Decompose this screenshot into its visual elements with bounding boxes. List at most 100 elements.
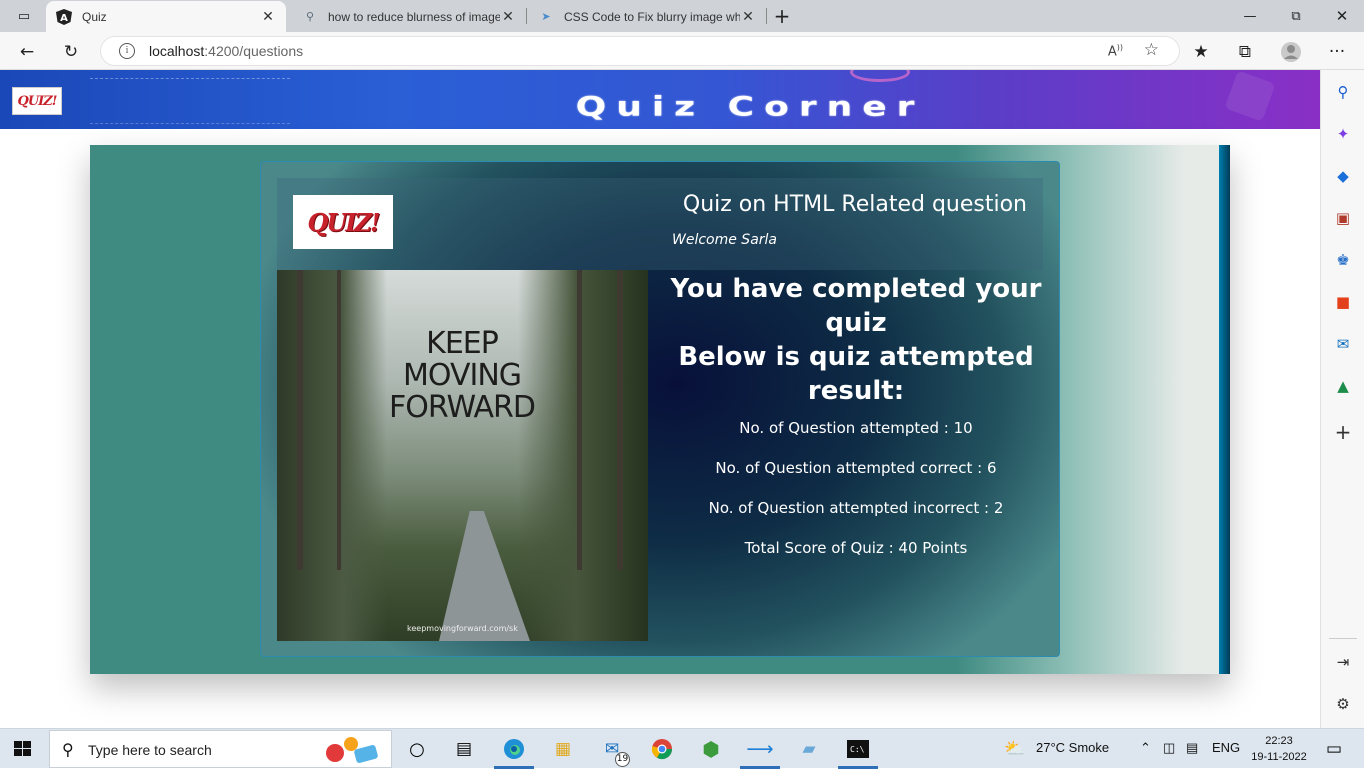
collections-icon[interactable]: ⧉ bbox=[1234, 41, 1256, 63]
poster-motto: KEEP MOVING FORWARD bbox=[357, 328, 567, 424]
mail-icon[interactable]: ✉ 19 bbox=[600, 737, 630, 767]
language-indicator[interactable]: ENG bbox=[1212, 740, 1240, 755]
poster-line: MOVING bbox=[402, 358, 522, 393]
shopping-tag-icon[interactable]: ◆ bbox=[1333, 166, 1353, 186]
chrome-icon[interactable] bbox=[650, 737, 674, 761]
poster-road bbox=[439, 511, 530, 641]
search-icon[interactable]: ⚲ bbox=[1333, 82, 1353, 102]
minimize-icon[interactable]: — bbox=[1240, 6, 1260, 26]
outlook-icon[interactable]: ✉ bbox=[1333, 334, 1353, 354]
network-icon[interactable]: ◫ bbox=[1163, 740, 1175, 756]
page-viewport: QUIZ! Quiz Corner QUIZ! Quiz on HTML Rel… bbox=[0, 70, 1320, 728]
completed-heading: You have completed your quiz bbox=[670, 274, 1042, 338]
card-header: QUIZ! Quiz on HTML Related question Welc… bbox=[277, 178, 1043, 270]
clock[interactable]: 22:23 19-11-2022 bbox=[1248, 733, 1310, 765]
restore-icon[interactable]: ⧉ bbox=[1286, 6, 1306, 26]
welcome-text: Welcome Sarla bbox=[672, 232, 777, 248]
file-explorer-icon[interactable]: ▦ bbox=[551, 737, 575, 761]
search-icon: ⚲ bbox=[305, 11, 315, 23]
tab-title: how to reduce blurness of image bbox=[328, 9, 500, 24]
add-icon[interactable]: + bbox=[1333, 420, 1353, 444]
tab-css-code[interactable]: ➤ CSS Code to Fix blurry image wh ✕ bbox=[532, 1, 762, 32]
windows-start-icon[interactable] bbox=[14, 741, 32, 757]
url-host: localhost bbox=[149, 43, 205, 59]
url-path: :4200/questions bbox=[204, 43, 304, 59]
angular-icon: A bbox=[56, 8, 72, 25]
site-title: Quiz Corner bbox=[575, 91, 925, 122]
hide-sidebar-icon[interactable]: ⇥ bbox=[1333, 652, 1353, 672]
mail-badge: 19 bbox=[615, 752, 630, 767]
svg-text:A: A bbox=[60, 13, 68, 24]
address-bar-row: ← ↻ i localhost:4200/questions A)) ☆ ★ ⧉… bbox=[0, 32, 1364, 70]
toolbox-icon[interactable]: ▣ bbox=[1333, 208, 1353, 228]
motivation-poster: KEEP MOVING FORWARD keepmovingforward.co… bbox=[277, 270, 648, 641]
quiz-logo: QUIZ! bbox=[293, 195, 393, 249]
site-logo[interactable]: QUIZ! bbox=[12, 87, 62, 115]
code-bird-icon: ➤ bbox=[541, 11, 551, 23]
close-tab-icon[interactable]: ✕ bbox=[260, 8, 276, 25]
edge-sidebar: ⚲ ✦ ◆ ▣ ♚ ■ ✉ ▲ + ⇥ ⚙ bbox=[1320, 70, 1364, 728]
read-aloud-icon[interactable]: A)) bbox=[1108, 43, 1123, 59]
quiz-stage: QUIZ! Quiz on HTML Related question Welc… bbox=[90, 145, 1230, 674]
poster-credit: keepmovingforward.com/sk bbox=[407, 624, 518, 633]
banner-decoration bbox=[1224, 70, 1276, 122]
questions-incorrect: No. of Question attempted incorrect : 2 bbox=[708, 499, 1004, 517]
url-field[interactable]: i localhost:4200/questions A)) ☆ bbox=[100, 36, 1180, 66]
close-window-icon[interactable]: ✕ bbox=[1332, 6, 1352, 26]
more-menu-icon[interactable]: ··· bbox=[1326, 41, 1348, 63]
poster-tree-trunk bbox=[297, 270, 303, 570]
tab-title: Quiz bbox=[82, 9, 107, 24]
poster-tree-trunk bbox=[577, 270, 582, 570]
search-icon: ⚲ bbox=[62, 740, 74, 759]
new-tab-icon[interactable]: + bbox=[772, 4, 792, 28]
notepad-icon[interactable]: ▰ bbox=[797, 737, 821, 761]
poster-trees bbox=[277, 270, 387, 641]
close-tab-icon[interactable]: ✕ bbox=[740, 8, 756, 25]
quiz-result-card: QUIZ! Quiz on HTML Related question Welc… bbox=[260, 161, 1060, 657]
poster-line: FORWARD bbox=[389, 390, 536, 425]
notifications-icon[interactable]: ▭ bbox=[1322, 737, 1346, 761]
weather-icon[interactable]: ⛅ bbox=[1003, 737, 1027, 761]
windows-taskbar: ⚲ Type here to search ○ ▤ ▦ ✉ 19 ⬢ ⟶ ▰ C… bbox=[0, 728, 1364, 769]
taskbar-search-box[interactable]: ⚲ Type here to search bbox=[49, 730, 392, 768]
refresh-icon[interactable]: ↻ bbox=[60, 41, 82, 63]
url-text: localhost:4200/questions bbox=[149, 43, 303, 59]
tab-title: CSS Code to Fix blurry image wh bbox=[564, 9, 740, 24]
edge-browser-icon[interactable] bbox=[494, 737, 534, 769]
add-favorite-icon[interactable]: ☆ bbox=[1144, 40, 1159, 60]
info-icon[interactable]: i bbox=[119, 43, 135, 59]
back-arrow-icon[interactable]: ← bbox=[16, 41, 38, 63]
sparkle-icon[interactable]: ✦ bbox=[1333, 124, 1353, 144]
questions-correct: No. of Question attempted correct : 6 bbox=[715, 459, 997, 477]
sidebar-divider bbox=[1329, 638, 1357, 639]
weather-text[interactable]: 27°C Smoke bbox=[1036, 740, 1109, 755]
tab-actions-icon[interactable]: ▭ bbox=[14, 6, 34, 26]
gear-icon[interactable]: ⚙ bbox=[1333, 694, 1353, 714]
tab-quiz[interactable]: A Quiz ✕ bbox=[46, 1, 286, 32]
vscode-icon[interactable]: ⟶ bbox=[740, 737, 780, 769]
search-placeholder: Type here to search bbox=[88, 742, 212, 758]
poster-tree-trunk bbox=[337, 270, 341, 570]
poster-tree-trunk bbox=[617, 270, 623, 570]
chevron-up-icon[interactable]: ⌃ bbox=[1140, 740, 1151, 756]
banner-decoration bbox=[90, 78, 290, 124]
profile-avatar-icon[interactable] bbox=[1280, 41, 1302, 63]
office-icon[interactable]: ■ bbox=[1333, 292, 1353, 312]
games-icon[interactable]: ♚ bbox=[1333, 250, 1353, 270]
close-tab-icon[interactable]: ✕ bbox=[500, 8, 516, 25]
poster-trees bbox=[518, 270, 648, 641]
total-score: Total Score of Quiz : 40 Points bbox=[744, 539, 968, 557]
nodejs-icon[interactable]: ⬢ bbox=[699, 737, 723, 761]
tab-separator bbox=[526, 8, 527, 24]
poster-line: KEEP bbox=[426, 326, 499, 361]
favorites-icon[interactable]: ★ bbox=[1190, 41, 1212, 63]
terminal-icon[interactable]: C:\ bbox=[838, 737, 878, 769]
tab-search-blurness[interactable]: ⚲ how to reduce blurness of image ✕ bbox=[296, 1, 522, 32]
search-highlight-icon bbox=[326, 737, 378, 763]
svg-text:C:\: C:\ bbox=[850, 745, 865, 754]
tree-icon[interactable]: ▲ bbox=[1333, 376, 1353, 396]
task-view-icon[interactable]: ▤ bbox=[452, 737, 476, 761]
result-subheading: Below is quiz attempted result: bbox=[678, 342, 1034, 406]
volume-icon[interactable]: ▤ bbox=[1186, 740, 1198, 756]
cortana-icon[interactable]: ○ bbox=[405, 737, 429, 761]
